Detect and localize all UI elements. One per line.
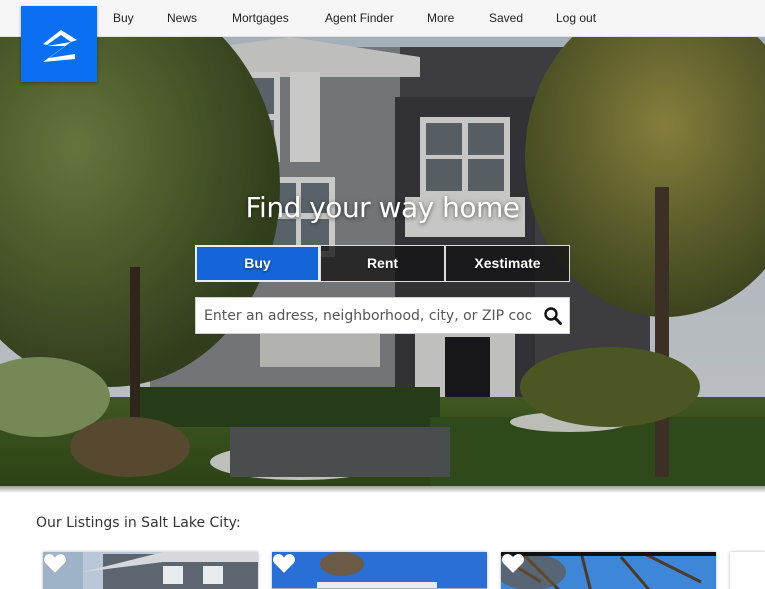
nav-item-more[interactable]: More bbox=[427, 0, 454, 37]
zillow-logo[interactable] bbox=[21, 6, 97, 82]
hero-banner: Find your way home Buy Rent Xestimate bbox=[0, 37, 765, 487]
listing-card[interactable] bbox=[730, 552, 765, 589]
heart-icon[interactable] bbox=[272, 552, 296, 574]
tab-rent[interactable]: Rent bbox=[320, 245, 445, 282]
nav-item-mortgages[interactable]: Mortgages bbox=[232, 0, 289, 37]
search-mode-tabs: Buy Rent Xestimate bbox=[195, 245, 570, 282]
zillow-z-icon bbox=[43, 30, 77, 62]
nav-item-agent-finder[interactable]: Agent Finder bbox=[325, 0, 394, 37]
listing-card[interactable] bbox=[501, 552, 716, 589]
search-input[interactable] bbox=[196, 298, 531, 333]
hero-divider bbox=[0, 486, 765, 493]
listings-heading: Our Listings in Salt Lake City: bbox=[36, 515, 241, 531]
nav-item-saved[interactable]: Saved bbox=[489, 0, 523, 37]
nav-item-buy[interactable]: Buy bbox=[113, 0, 134, 37]
tab-buy[interactable]: Buy bbox=[195, 245, 320, 282]
hero-title: Find your way home bbox=[245, 191, 520, 224]
listing-photo bbox=[501, 552, 716, 589]
search-icon[interactable] bbox=[543, 306, 563, 326]
listing-card[interactable] bbox=[43, 552, 258, 589]
listing-photo bbox=[272, 552, 487, 589]
listing-photo bbox=[43, 552, 258, 589]
heart-icon[interactable] bbox=[501, 552, 525, 574]
top-nav: Buy News Mortgages Agent Finder More Sav… bbox=[0, 0, 765, 37]
heart-icon[interactable] bbox=[43, 552, 67, 574]
listing-card[interactable] bbox=[272, 552, 487, 589]
tab-xestimate[interactable]: Xestimate bbox=[445, 245, 570, 282]
search-box bbox=[195, 297, 570, 334]
nav-item-log-out[interactable]: Log out bbox=[556, 0, 596, 37]
nav-item-news[interactable]: News bbox=[167, 0, 197, 37]
